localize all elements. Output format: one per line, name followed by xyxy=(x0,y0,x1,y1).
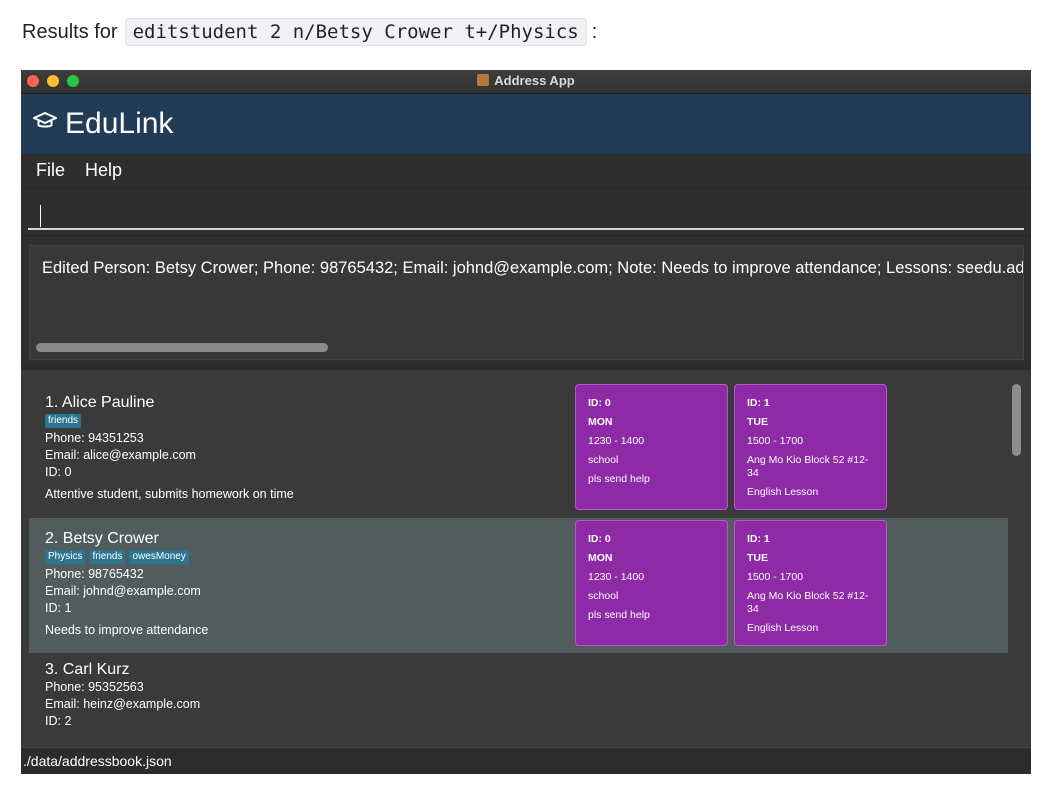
result-display-panel: Edited Person: Betsy Crower; Phone: 9876… xyxy=(21,235,1031,367)
person-id: ID: 1 xyxy=(45,601,72,615)
menu-file[interactable]: File xyxy=(36,160,65,181)
person-list-scrollbar[interactable] xyxy=(1012,384,1021,456)
lesson-day: TUE xyxy=(747,416,768,428)
person-card[interactable]: 3. Carl Kurz Phone: 95352563 Email: hein… xyxy=(29,653,1008,740)
tag: Physics xyxy=(45,550,86,564)
person-name: 2. Betsy Crower xyxy=(45,530,159,547)
app-window: Address App EduLink File Help Edited Per… xyxy=(21,70,1031,774)
lesson-id: ID: 0 xyxy=(588,533,611,545)
window-title-text: Address App xyxy=(494,73,575,88)
window-titlebar: Address App xyxy=(21,70,1031,94)
person-details: 1. Alice Pauline friends Phone: 94351253… xyxy=(45,394,565,501)
lesson-location: Ang Mo Kio Block 52 #12-34 xyxy=(747,454,869,479)
person-note: Needs to improve attendance xyxy=(45,623,209,637)
person-phone: Phone: 98765432 xyxy=(45,567,144,581)
status-file-path: ./data/addressbook.json xyxy=(23,753,172,769)
person-email: Email: johnd@example.com xyxy=(45,584,201,598)
lesson-time: 1230 - 1400 xyxy=(588,571,645,583)
lesson-day: TUE xyxy=(747,552,768,564)
lesson-day: MON xyxy=(588,552,613,564)
person-id: ID: 0 xyxy=(45,465,72,479)
graduation-cap-icon xyxy=(33,111,57,137)
person-email: Email: alice@example.com xyxy=(45,448,196,462)
caption-prefix: Results for xyxy=(22,20,118,43)
lesson-location: school xyxy=(588,590,619,602)
lesson-id: ID: 1 xyxy=(747,397,770,409)
person-phone: Phone: 95352563 xyxy=(45,680,144,694)
lesson-subject: English Lesson xyxy=(747,622,819,634)
lesson-id: ID: 0 xyxy=(588,397,611,409)
person-note: Attentive student, submits homework on t… xyxy=(45,487,294,501)
person-list: 1. Alice Pauline friends Phone: 94351253… xyxy=(21,367,1031,748)
person-details: 3. Carl Kurz Phone: 95352563 Email: hein… xyxy=(45,661,565,730)
text-caret xyxy=(40,205,41,227)
lesson-time: 1500 - 1700 xyxy=(747,571,804,583)
tag: friends xyxy=(45,414,82,428)
menu-bar: File Help xyxy=(21,154,1031,188)
person-phone: Phone: 94351253 xyxy=(45,431,144,445)
caption-suffix: : xyxy=(591,20,598,43)
brand-header: EduLink xyxy=(21,94,1031,154)
window-title: Address App xyxy=(21,73,1031,88)
menu-help[interactable]: Help xyxy=(85,160,122,181)
result-display: Edited Person: Betsy Crower; Phone: 9876… xyxy=(29,245,1024,360)
lesson-day: MON xyxy=(588,416,613,428)
person-tags: friends xyxy=(45,414,565,428)
status-bar: ./data/addressbook.json xyxy=(21,747,1031,774)
lesson-subject: pls send help xyxy=(588,609,650,621)
lesson-location: Ang Mo Kio Block 52 #12-34 xyxy=(747,590,869,615)
lesson-subject: English Lesson xyxy=(747,486,819,498)
brand-name: EduLink xyxy=(65,107,174,140)
tag: friends xyxy=(89,550,126,564)
person-card[interactable]: 1. Alice Pauline friends Phone: 94351253… xyxy=(29,382,1008,518)
person-card-selected[interactable]: 2. Betsy Crower Physics friends owesMone… xyxy=(29,518,1008,653)
command-input[interactable] xyxy=(28,198,1024,230)
lesson-card: ID: 1 TUE 1500 - 1700 Ang Mo Kio Block 5… xyxy=(734,520,887,646)
lesson-id: ID: 1 xyxy=(747,533,770,545)
person-email: Email: heinz@example.com xyxy=(45,697,201,711)
person-id: ID: 2 xyxy=(45,714,72,728)
person-name: 3. Carl Kurz xyxy=(45,661,130,678)
results-caption: Results for editstudent 2 n/Betsy Crower… xyxy=(22,18,597,46)
result-message: Edited Person: Betsy Crower; Phone: 9876… xyxy=(42,259,1024,277)
lesson-card: ID: 0 MON 1230 - 1400 school pls send he… xyxy=(575,384,728,510)
person-tags: Physics friends owesMoney xyxy=(45,550,565,564)
caption-command: editstudent 2 n/Betsy Crower t+/Physics xyxy=(124,18,587,46)
person-details: 2. Betsy Crower Physics friends owesMone… xyxy=(45,530,565,637)
lesson-location: school xyxy=(588,454,619,466)
lesson-card: ID: 1 TUE 1500 - 1700 Ang Mo Kio Block 5… xyxy=(734,384,887,510)
lesson-subject: pls send help xyxy=(588,473,650,485)
lesson-time: 1500 - 1700 xyxy=(747,435,804,447)
app-icon xyxy=(477,74,490,86)
tag: owesMoney xyxy=(129,550,189,564)
person-name: 1. Alice Pauline xyxy=(45,394,155,411)
lesson-time: 1230 - 1400 xyxy=(588,435,645,447)
command-box xyxy=(21,188,1031,235)
lesson-card: ID: 0 MON 1230 - 1400 school pls send he… xyxy=(575,520,728,646)
result-horizontal-scrollbar[interactable] xyxy=(36,343,328,352)
